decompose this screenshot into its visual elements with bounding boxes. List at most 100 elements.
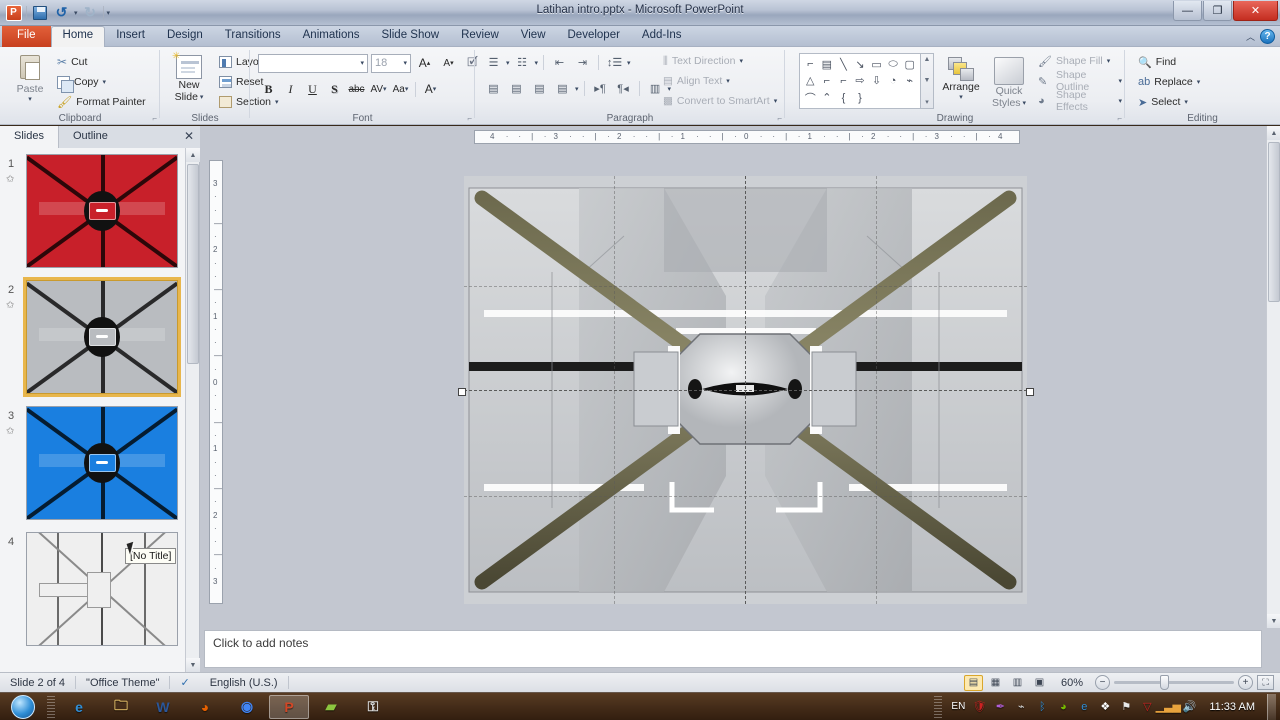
numbering-button[interactable]: ☷ bbox=[512, 53, 533, 72]
taskbar-button-mozilla-firefox[interactable]: ◕ bbox=[185, 695, 225, 719]
align-text-dropdown-icon[interactable]: ▾ bbox=[726, 77, 730, 85]
ribbon-tab-animations[interactable]: Animations bbox=[292, 26, 371, 47]
spell-check-icon[interactable]: ✓ bbox=[170, 673, 199, 693]
theme-indicator[interactable]: "Office Theme" bbox=[76, 673, 169, 693]
help-icon[interactable]: ? bbox=[1260, 29, 1275, 44]
animation-star-icon[interactable]: ✩ bbox=[6, 426, 14, 437]
canvas-scrollbar-thumb[interactable] bbox=[1268, 142, 1280, 302]
grow-font-button[interactable]: A ▴ bbox=[414, 53, 435, 73]
align-right-button[interactable]: ▤ bbox=[529, 79, 550, 98]
ribbon-tab-file[interactable]: File bbox=[2, 26, 51, 47]
antivirus-icon[interactable]: ▽ bbox=[1139, 699, 1155, 715]
thumbnail-image[interactable] bbox=[23, 277, 181, 397]
shape-item-7[interactable]: △ bbox=[802, 73, 819, 90]
taskbar-button-google-chrome[interactable]: ◉ bbox=[227, 695, 267, 719]
network-antenna-icon[interactable]: ⌁ bbox=[1013, 699, 1029, 715]
copy-dropdown-icon[interactable]: ▾ bbox=[103, 78, 107, 86]
notes-pane[interactable]: Click to add notes bbox=[204, 630, 1262, 668]
ribbon-tab-view[interactable]: View bbox=[510, 26, 557, 47]
shape-item-9[interactable]: ⌐ bbox=[835, 73, 852, 90]
align-center-button[interactable]: ▤ bbox=[506, 79, 527, 98]
change-case-button[interactable]: Aa ▾ bbox=[390, 79, 411, 99]
canvas-scroll-up-icon[interactable]: ▲ bbox=[1267, 126, 1280, 140]
replace-button[interactable]: ab Replace ▾ bbox=[1135, 72, 1203, 92]
shape-item-0[interactable]: ⌐ bbox=[802, 56, 819, 73]
arrange-dropdown-icon[interactable]: ▾ bbox=[959, 93, 963, 101]
slide-thumbnail-1[interactable]: 1 ✩ bbox=[0, 148, 186, 274]
select-dropdown-icon[interactable]: ▾ bbox=[1184, 98, 1188, 106]
italic-button[interactable]: I bbox=[280, 79, 301, 99]
dropbox-icon[interactable]: ❖ bbox=[1097, 699, 1113, 715]
ribbon-tab-slide-show[interactable]: Slide Show bbox=[371, 26, 451, 47]
scroll-down-icon[interactable]: ▼ bbox=[186, 658, 200, 672]
paste-dropdown-icon[interactable]: ▾ bbox=[28, 95, 32, 103]
view-button-reading[interactable]: ▥ bbox=[1008, 675, 1027, 691]
character-spacing-button[interactable]: AV ▾ bbox=[368, 79, 389, 99]
numbering-dropdown-icon[interactable]: ▾ bbox=[535, 59, 539, 67]
taskbar-button-internet-explorer[interactable]: e bbox=[59, 695, 99, 719]
convert-smartart-button[interactable]: ▩ Convert to SmartArt ▾ bbox=[660, 91, 780, 111]
replace-dropdown-icon[interactable]: ▾ bbox=[1197, 78, 1201, 86]
taskbar-button-green-app[interactable]: ▰ bbox=[311, 695, 351, 719]
shapes-gallery[interactable]: ⌐ ▤ ╲ ↘ ▭ ⬭ ▢ △ ⌐ ⌐ ⇨ ⇩ ◔ ⌁ ⌒ ⌃{} ▲ ▼ ▾ bbox=[799, 53, 934, 109]
shape-fill-button[interactable]: 🖌 Shape Fill ▾ bbox=[1035, 51, 1125, 71]
ribbon-tab-insert[interactable]: Insert bbox=[105, 26, 156, 47]
select-button[interactable]: ➤ Select ▾ bbox=[1135, 92, 1203, 112]
shape-item-11[interactable]: ⇩ bbox=[868, 73, 885, 90]
drawing-dialog-launcher[interactable]: ⌐ bbox=[1117, 114, 1122, 123]
font-size-dropdown-icon[interactable]: ▾ bbox=[403, 59, 407, 67]
shape-fill-dropdown-icon[interactable]: ▾ bbox=[1107, 57, 1111, 65]
shapes-scroll-down-icon[interactable]: ▼ bbox=[924, 77, 931, 84]
fit-slide-button[interactable]: ⛶ bbox=[1257, 675, 1274, 690]
shape-item-14[interactable]: ⌒ bbox=[802, 89, 819, 106]
internet-explorer-tray-icon[interactable]: e bbox=[1076, 699, 1092, 715]
shape-item-16[interactable]: { bbox=[835, 89, 852, 106]
speaker-icon[interactable]: 🔊 bbox=[1181, 699, 1197, 715]
justify-button[interactable]: ▤ bbox=[552, 79, 573, 98]
bullets-dropdown-icon[interactable]: ▾ bbox=[506, 59, 510, 67]
quick-styles-dropdown-icon[interactable]: ▾ bbox=[1023, 99, 1027, 107]
shape-effects-dropdown-icon[interactable]: ▾ bbox=[1118, 97, 1122, 105]
shape-item-1[interactable]: ▤ bbox=[819, 56, 836, 73]
decrease-indent-button[interactable]: ⇤ bbox=[549, 53, 570, 72]
animation-star-icon[interactable]: ✩ bbox=[6, 174, 14, 185]
shapes-gallery-scrollbar[interactable]: ▲ ▼ ▾ bbox=[921, 53, 934, 109]
clock[interactable]: 11:33 AM bbox=[1203, 701, 1261, 713]
paste-button[interactable]: Paste ▾ bbox=[8, 51, 52, 103]
zoom-level[interactable]: 60% bbox=[1053, 673, 1091, 693]
bluetooth-icon[interactable]: ᛒ bbox=[1034, 699, 1050, 715]
animation-star-icon[interactable]: ✩ bbox=[6, 300, 14, 311]
taskbar-button-microsoft-word[interactable]: W bbox=[143, 695, 183, 719]
increase-indent-button[interactable]: ⇥ bbox=[572, 53, 593, 72]
taskbar-button-key-app[interactable]: ⚿ bbox=[353, 695, 393, 719]
restore-button[interactable]: ❐ bbox=[1203, 1, 1232, 21]
shape-item-5[interactable]: ⬭ bbox=[885, 56, 902, 73]
text-direction-button[interactable]: ⫼ Text Direction ▾ bbox=[660, 51, 780, 71]
shape-item-4[interactable]: ▭ bbox=[868, 56, 885, 73]
canvas-scroll-down-icon[interactable]: ▼ bbox=[1267, 614, 1280, 628]
copy-button[interactable]: Copy ▾ bbox=[54, 72, 149, 93]
shrink-font-button[interactable]: A ▾ bbox=[438, 53, 459, 73]
bold-button[interactable]: B bbox=[258, 79, 279, 99]
tab-outline[interactable]: Outline bbox=[59, 126, 122, 148]
slide-indicator[interactable]: Slide 2 of 4 bbox=[0, 673, 75, 693]
arrange-button[interactable]: Arrange ▾ bbox=[937, 53, 985, 101]
volume-meter-icon[interactable]: ▁▃▅ bbox=[1156, 699, 1181, 715]
smartart-dropdown-icon[interactable]: ▾ bbox=[774, 97, 778, 105]
font-color-button[interactable]: A ▾ bbox=[420, 79, 441, 99]
flag-error-icon[interactable]: ⚑ bbox=[1118, 699, 1134, 715]
underline-button[interactable]: U bbox=[302, 79, 323, 99]
text-shadow-button[interactable]: S bbox=[324, 79, 345, 99]
line-spacing-button[interactable]: ↕☰ bbox=[604, 53, 625, 72]
scrollbar-thumb[interactable] bbox=[187, 164, 199, 364]
ribbon-tab-transitions[interactable]: Transitions bbox=[214, 26, 292, 47]
shape-item-8[interactable]: ⌐ bbox=[819, 73, 836, 90]
minimize-button[interactable]: — bbox=[1173, 1, 1202, 21]
shape-effects-button[interactable]: ◕ Shape Effects ▾ bbox=[1035, 89, 1125, 113]
close-pane-icon[interactable]: ✕ bbox=[184, 129, 194, 143]
selection-handle-right[interactable] bbox=[1026, 388, 1034, 396]
slide-thumbnail-3[interactable]: 3 ✩ bbox=[0, 400, 186, 526]
ribbon-tab-design[interactable]: Design bbox=[156, 26, 214, 47]
find-button[interactable]: 🔍 Find bbox=[1135, 52, 1203, 72]
shape-item-6[interactable]: ▢ bbox=[901, 56, 918, 73]
